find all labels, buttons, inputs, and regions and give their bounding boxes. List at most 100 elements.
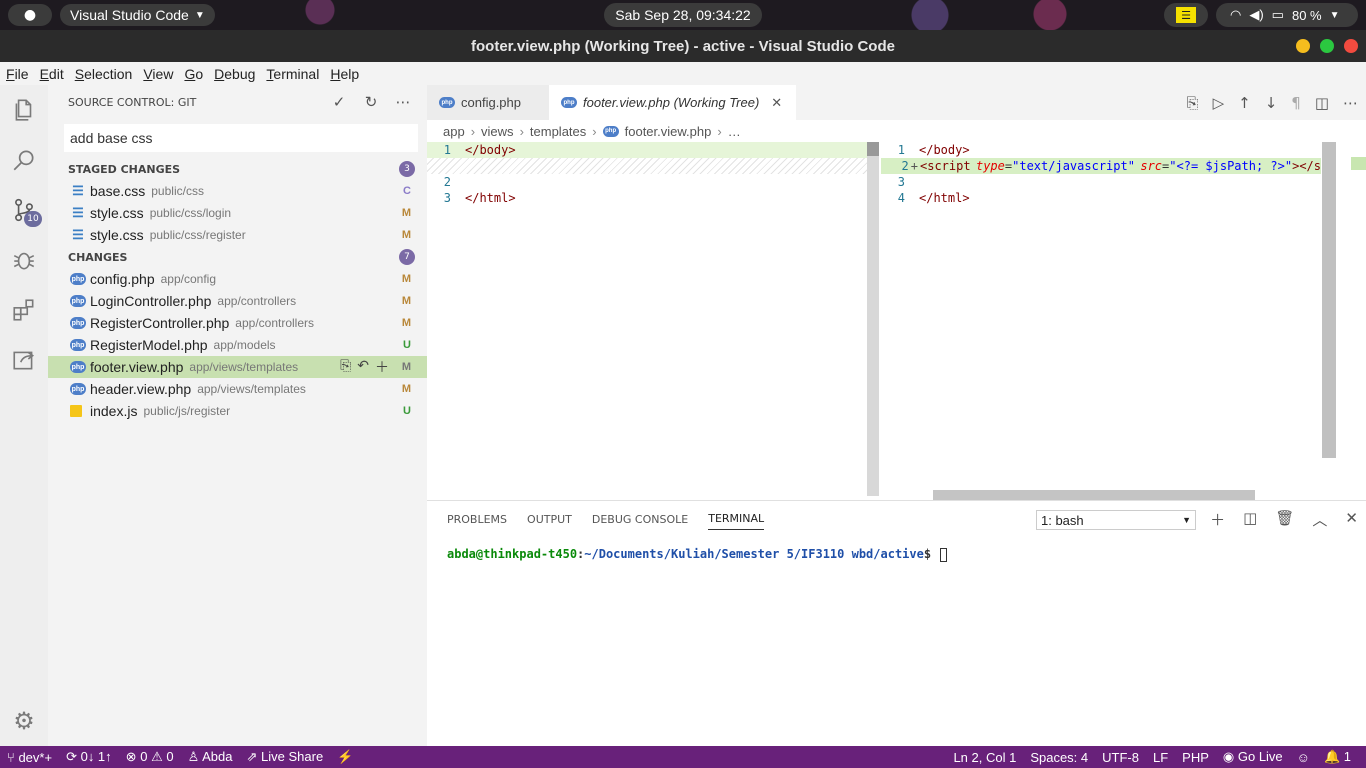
list-item[interactable]: php RegisterController.php app/controlle… bbox=[48, 312, 427, 334]
close-button[interactable] bbox=[1344, 39, 1358, 53]
trash-icon[interactable]: 🗑 bbox=[1275, 509, 1294, 530]
language-mode[interactable]: PHP bbox=[1175, 750, 1216, 765]
stage-changes-icon[interactable]: ＋ bbox=[375, 357, 389, 377]
commit-button[interactable]: ✓ bbox=[323, 93, 355, 111]
scrollbar[interactable] bbox=[867, 142, 879, 156]
menu-edit[interactable]: Edit bbox=[36, 66, 68, 82]
close-panel-icon[interactable]: ✕ bbox=[1345, 509, 1358, 530]
discard-changes-icon[interactable]: ↶ bbox=[357, 357, 369, 377]
problems-status[interactable]: ⊗ 0 ⚠ 0 bbox=[119, 749, 181, 765]
split-editor-icon[interactable]: ◫ bbox=[1315, 94, 1329, 112]
code-line: 3 bbox=[881, 174, 1366, 190]
lightning-icon[interactable]: ⚡ bbox=[330, 749, 360, 765]
staged-changes-header[interactable]: STAGED CHANGES 3 bbox=[48, 158, 427, 180]
tab-label: footer.view.php (Working Tree) bbox=[583, 95, 760, 110]
code-equals: = bbox=[1162, 159, 1170, 173]
breadcrumb-item[interactable]: templates bbox=[530, 124, 586, 139]
file-name: style.css bbox=[90, 205, 144, 221]
tab-debug-console[interactable]: DEBUG CONSOLE bbox=[592, 513, 688, 526]
indentation[interactable]: Spaces: 4 bbox=[1023, 750, 1095, 765]
changes-header[interactable]: CHANGES 7 bbox=[48, 246, 427, 268]
new-terminal-icon[interactable]: ＋ bbox=[1210, 509, 1225, 530]
user-name: Abda bbox=[202, 749, 233, 764]
sync-status[interactable]: ⟳ 0↓ 1↑ bbox=[59, 749, 119, 765]
tab-footer-view-php[interactable]: php footer.view.php (Working Tree) ✕ bbox=[549, 85, 797, 120]
source-control-button[interactable]: 10 bbox=[0, 185, 48, 235]
branch-status[interactable]: ⑂ dev*+ bbox=[0, 750, 59, 765]
app-menu-button[interactable]: Visual Studio Code ▼ bbox=[60, 4, 215, 26]
prompt-end: $ bbox=[923, 547, 932, 561]
tab-output[interactable]: OUTPUT bbox=[527, 513, 572, 526]
search-button[interactable] bbox=[0, 135, 48, 185]
cursor-position[interactable]: Ln 2, Col 1 bbox=[946, 750, 1023, 765]
terminal-prompt[interactable]: abda@thinkpad-t450:~/Documents/Kuliah/Se… bbox=[447, 547, 948, 562]
pilcrow-icon[interactable]: ¶ bbox=[1291, 94, 1301, 112]
split-terminal-icon[interactable]: ◫ bbox=[1243, 509, 1257, 530]
notifications-button[interactable]: 🔔 1 bbox=[1317, 749, 1358, 765]
search-icon bbox=[13, 150, 34, 171]
encoding[interactable]: UTF-8 bbox=[1095, 750, 1146, 765]
refresh-button[interactable]: ↻ bbox=[355, 93, 387, 111]
commit-message-input[interactable]: add base css bbox=[64, 124, 418, 152]
system-tray[interactable]: ◠ ◀) ▭ 80 % ▼ bbox=[1216, 3, 1358, 27]
horizontal-scrollbar[interactable] bbox=[933, 490, 1255, 500]
list-item[interactable]: php config.php app/config M bbox=[48, 268, 427, 290]
code-attr: type bbox=[975, 159, 1005, 173]
extensions-button[interactable] bbox=[0, 285, 48, 335]
chevron-right-icon: › bbox=[470, 123, 476, 139]
tab-problems[interactable]: PROBLEMS bbox=[447, 513, 507, 526]
scrollbar[interactable] bbox=[1322, 142, 1336, 458]
list-item[interactable]: ☰ style.css public/css/register M bbox=[48, 224, 427, 246]
file-status: M bbox=[401, 273, 411, 285]
breadcrumb-item[interactable]: app bbox=[443, 124, 465, 139]
arrow-up-icon[interactable]: ↑ bbox=[1238, 94, 1251, 112]
menu-debug[interactable]: Debug bbox=[210, 66, 259, 82]
explorer-button[interactable] bbox=[0, 85, 48, 135]
open-file-icon[interactable]: ⎘ bbox=[1187, 94, 1199, 112]
debug-button[interactable] bbox=[0, 235, 48, 285]
menu-file[interactable]: File bbox=[2, 66, 33, 82]
clock[interactable]: Sab Sep 28, 09:34:22 bbox=[604, 3, 762, 27]
list-item-selected[interactable]: php footer.view.php app/views/templates … bbox=[48, 356, 427, 378]
apple-menu-button[interactable]: ● bbox=[8, 4, 52, 26]
file-path: public/css bbox=[151, 184, 204, 198]
menu-go[interactable]: Go bbox=[180, 66, 207, 82]
diff-modified-pane[interactable]: 1 </body> 2 + < script type = "text/javascr… bbox=[881, 142, 1366, 500]
list-item[interactable]: php RegisterModel.php app/models U bbox=[48, 334, 427, 356]
live-share-button[interactable] bbox=[0, 335, 48, 385]
maximize-panel-icon[interactable]: ︿ bbox=[1312, 509, 1327, 530]
breadcrumb-item[interactable]: … bbox=[728, 124, 741, 139]
menu-help[interactable]: Help bbox=[326, 66, 363, 82]
end-of-line[interactable]: LF bbox=[1146, 750, 1175, 765]
maximize-button[interactable] bbox=[1320, 39, 1334, 53]
open-file-icon[interactable]: ⎘ bbox=[340, 357, 351, 377]
go-live-button[interactable]: ◉ Go Live bbox=[1216, 749, 1290, 765]
user-status[interactable]: ♙ Abda bbox=[181, 749, 240, 765]
live-share-status[interactable]: ⇗ Live Share bbox=[240, 749, 331, 765]
tab-terminal[interactable]: TERMINAL bbox=[708, 512, 765, 530]
menu-selection[interactable]: Selection bbox=[71, 66, 137, 82]
list-item[interactable]: ☰ style.css public/css/login M bbox=[48, 202, 427, 224]
menu-terminal[interactable]: Terminal bbox=[262, 66, 323, 82]
settings-button[interactable]: ⚙ bbox=[0, 696, 48, 746]
list-item[interactable]: php header.view.php app/views/templates … bbox=[48, 378, 427, 400]
terminal-select[interactable]: 1: bash ▼ bbox=[1036, 510, 1196, 530]
more-actions-icon[interactable]: ⋯ bbox=[1343, 94, 1358, 112]
more-actions-button[interactable]: ⋯ bbox=[387, 93, 419, 111]
arrow-down-icon[interactable]: ↓ bbox=[1265, 94, 1278, 112]
minimize-button[interactable] bbox=[1296, 39, 1310, 53]
notes-icon: ☰ bbox=[1176, 7, 1196, 23]
tab-config-php[interactable]: php config.php bbox=[427, 85, 549, 120]
play-icon[interactable]: ▷ bbox=[1213, 94, 1225, 112]
close-icon[interactable]: ✕ bbox=[771, 95, 782, 111]
list-item[interactable]: index.js public/js/register U bbox=[48, 400, 427, 422]
list-item[interactable]: php LoginController.php app/controllers … bbox=[48, 290, 427, 312]
notes-indicator[interactable]: ☰ bbox=[1164, 3, 1208, 27]
file-name: base.css bbox=[90, 183, 146, 199]
menu-view[interactable]: View bbox=[139, 66, 177, 82]
list-item[interactable]: ☰ base.css public/css C bbox=[48, 180, 427, 202]
feedback-icon[interactable]: ☺ bbox=[1290, 750, 1317, 765]
diff-original-pane[interactable]: 1 </body> 2 3 </html> bbox=[427, 142, 881, 500]
breadcrumb-item[interactable]: views bbox=[481, 124, 514, 139]
breadcrumb-item[interactable]: footer.view.php bbox=[625, 124, 712, 139]
